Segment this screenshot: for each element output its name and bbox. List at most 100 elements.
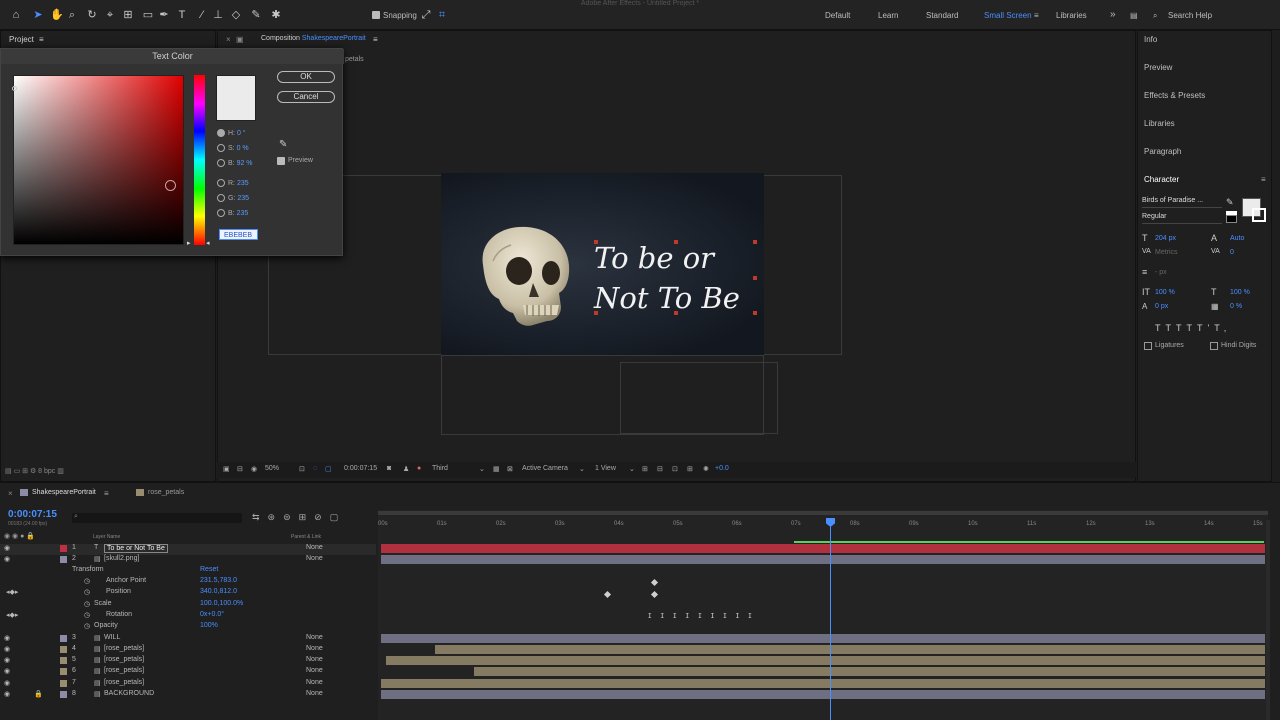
layer1-visibility-icon[interactable]: ◉ — [4, 544, 10, 552]
panel-toggle-icon[interactable]: ▤ — [1130, 11, 1138, 20]
lock-icon[interactable]: ▣ — [236, 35, 244, 44]
leading-value[interactable]: Auto — [1230, 235, 1244, 242]
font-style-dropdown[interactable]: Regular — [1142, 213, 1222, 224]
layer3-bar[interactable] — [381, 634, 1265, 643]
text-handle-br[interactable] — [753, 311, 757, 315]
transform-reset-link[interactable]: Reset — [200, 566, 218, 573]
comp-canvas[interactable]: To be or Not To Be — [441, 173, 764, 355]
prop-opacity-row[interactable]: ◷ Opacity 100% — [0, 622, 376, 633]
layer2-label-color[interactable] — [60, 556, 67, 563]
layer4-parent[interactable]: None — [306, 645, 323, 652]
playhead-line[interactable] — [830, 527, 831, 720]
layer5-visibility-icon[interactable]: ◉ — [4, 656, 10, 664]
ruler-tick-00s[interactable]: 00s — [378, 521, 388, 527]
timeline-switches-icons[interactable]: ⇆⊛⊜⊞⊘▢ — [252, 512, 346, 523]
brightness-radio[interactable]: B: 92 % — [217, 159, 277, 169]
comp-subtab[interactable]: petals — [345, 56, 364, 63]
red-value[interactable]: 235 — [237, 180, 249, 187]
char-white-swatch[interactable] — [1226, 211, 1237, 215]
layer4-name[interactable]: [rose_petals] — [104, 645, 144, 652]
new-folder-icon[interactable]: ▭ — [14, 468, 23, 475]
transform-label[interactable]: Transform — [72, 566, 104, 573]
hue-value[interactable]: 0 ° — [237, 130, 246, 137]
paragraph-panel-tab[interactable]: Paragraph — [1144, 147, 1181, 156]
char-eyedropper-icon[interactable]: ✎ — [1226, 197, 1234, 208]
toggle-transparency-icon[interactable]: ⊟ — [657, 465, 663, 473]
roi-icon[interactable]: ▢ — [325, 465, 332, 473]
stroke-color-swatch[interactable] — [1252, 208, 1266, 222]
search-icon[interactable]: ⌕ — [1153, 11, 1157, 21]
baseline-shift-value[interactable]: 0 px — [1155, 303, 1168, 310]
position-value[interactable]: 340.0,812.0 — [200, 588, 237, 595]
layer2-visibility-icon[interactable]: ◉ — [4, 555, 10, 563]
brush-tool-icon[interactable]: ⁄ — [196, 9, 208, 21]
ruler-tick-06s[interactable]: 06s — [732, 521, 742, 527]
text-handle-bl[interactable] — [594, 311, 598, 315]
preview-checkbox[interactable] — [277, 157, 285, 165]
ok-button[interactable]: OK — [277, 71, 335, 83]
pen-tool-icon[interactable]: ✒ — [158, 9, 170, 21]
workspace-default[interactable]: Default — [825, 11, 850, 20]
layer4-visibility-icon[interactable]: ◉ — [4, 645, 10, 653]
eraser-tool-icon[interactable]: ◇ — [230, 9, 242, 21]
camera-dropdown[interactable]: Active Camera — [522, 465, 568, 472]
workspace-learn[interactable]: Learn — [878, 11, 898, 20]
ruler-tick-08s[interactable]: 08s — [850, 521, 860, 527]
anchor-stopwatch-icon[interactable]: ◷ — [84, 577, 90, 585]
rotation-stopwatch-icon[interactable]: ◷ — [84, 611, 90, 619]
hue-slider-right-arrow-icon[interactable]: ◂ — [206, 239, 210, 247]
layer7-bar[interactable] — [381, 679, 1265, 688]
resolution-dropdown[interactable]: Third — [432, 465, 448, 472]
layer6-name[interactable]: [rose_petals] — [104, 667, 144, 674]
prop-scale-row[interactable]: ◷ Scale 100.0,100.0% — [0, 600, 376, 611]
title-text-line2[interactable]: Not To Be — [594, 281, 740, 315]
hand-tool-icon[interactable]: ✋ — [50, 9, 64, 21]
text-style-buttons[interactable]: TTTTT'T, — [1155, 323, 1231, 333]
fast-preview-icon[interactable]: ⊠ — [507, 465, 513, 473]
info-panel-tab[interactable]: Info — [1144, 35, 1157, 44]
saturation-radio-dot[interactable] — [217, 144, 225, 152]
search-help-input[interactable]: Search Help — [1168, 11, 1212, 20]
text-handle-tr[interactable] — [753, 240, 757, 244]
skull-image[interactable] — [471, 221, 575, 327]
layer3-name[interactable]: WILL — [104, 634, 120, 641]
layer2-parent[interactable]: None — [306, 555, 323, 562]
color-field[interactable] — [12, 75, 184, 245]
blue-radio-dot[interactable] — [217, 209, 225, 217]
snap-features-icon[interactable]: ⌗ — [436, 9, 448, 21]
flowchart-icon[interactable]: ⊡ — [672, 465, 678, 473]
bpc-label[interactable]: 8 bpc — [38, 468, 55, 475]
layer6-label-color[interactable] — [60, 668, 67, 675]
project-panel-menu-icon[interactable]: ≡ — [39, 35, 44, 44]
layer2-bar[interactable] — [381, 555, 1265, 564]
viewer-timecode[interactable]: 0:00:07:15 — [344, 465, 377, 472]
position-stopwatch-icon[interactable]: ◷ — [84, 588, 90, 596]
layer-row-6[interactable]: ◉ 6 ▤ [rose_petals] None — [0, 667, 376, 678]
ruler-tick-07s[interactable]: 07s — [791, 521, 801, 527]
brightness-radio-dot[interactable] — [217, 159, 225, 167]
rotation-keyframes[interactable]: ⵊⵊⵊⵊⵊⵊⵊⵊⵊ — [648, 612, 761, 620]
camera-chevron-icon[interactable]: ⌄ — [579, 465, 585, 473]
layer-row-8[interactable]: ◉ 🔒 8 ▤ BACKGROUND None — [0, 690, 376, 701]
grid-icon[interactable]: ⊡ — [299, 465, 305, 473]
layer6-parent[interactable]: None — [306, 667, 323, 674]
transparency-grid-icon[interactable]: ▦ — [493, 465, 500, 473]
timeline-tab-rose-petals[interactable]: rose_petals — [148, 489, 184, 496]
char-black-swatch[interactable] — [1226, 215, 1237, 223]
character-panel-menu-icon[interactable]: ≡ — [1261, 175, 1266, 184]
layer8-bar[interactable] — [381, 690, 1265, 699]
prop-anchor-point-row[interactable]: ◷ Anchor Point 231.5,783.0 — [0, 577, 376, 588]
selection-tool-icon[interactable]: ➤ — [32, 9, 44, 21]
anchor-point-value[interactable]: 231.5,783.0 — [200, 577, 237, 584]
zoom-tool-icon[interactable]: ⌕ — [66, 9, 78, 21]
layer-row-1[interactable]: ◉ 1 T To be or Not To Be None — [0, 544, 376, 555]
saturation-value[interactable]: 0 % — [237, 145, 249, 152]
workspace-libraries[interactable]: Libraries — [1056, 11, 1087, 20]
layer4-bar[interactable] — [435, 645, 1265, 654]
exposure-value[interactable]: +0.0 — [715, 465, 729, 472]
layer8-name[interactable]: BACKGROUND — [104, 690, 154, 697]
scale-value[interactable]: 100.0,100.0% — [200, 600, 243, 607]
saturation-radio[interactable]: S: 0 % — [217, 144, 277, 154]
ruler-tick-01s[interactable]: 01s — [437, 521, 447, 527]
workspace-menu-icon[interactable]: ≡ — [1034, 11, 1039, 20]
